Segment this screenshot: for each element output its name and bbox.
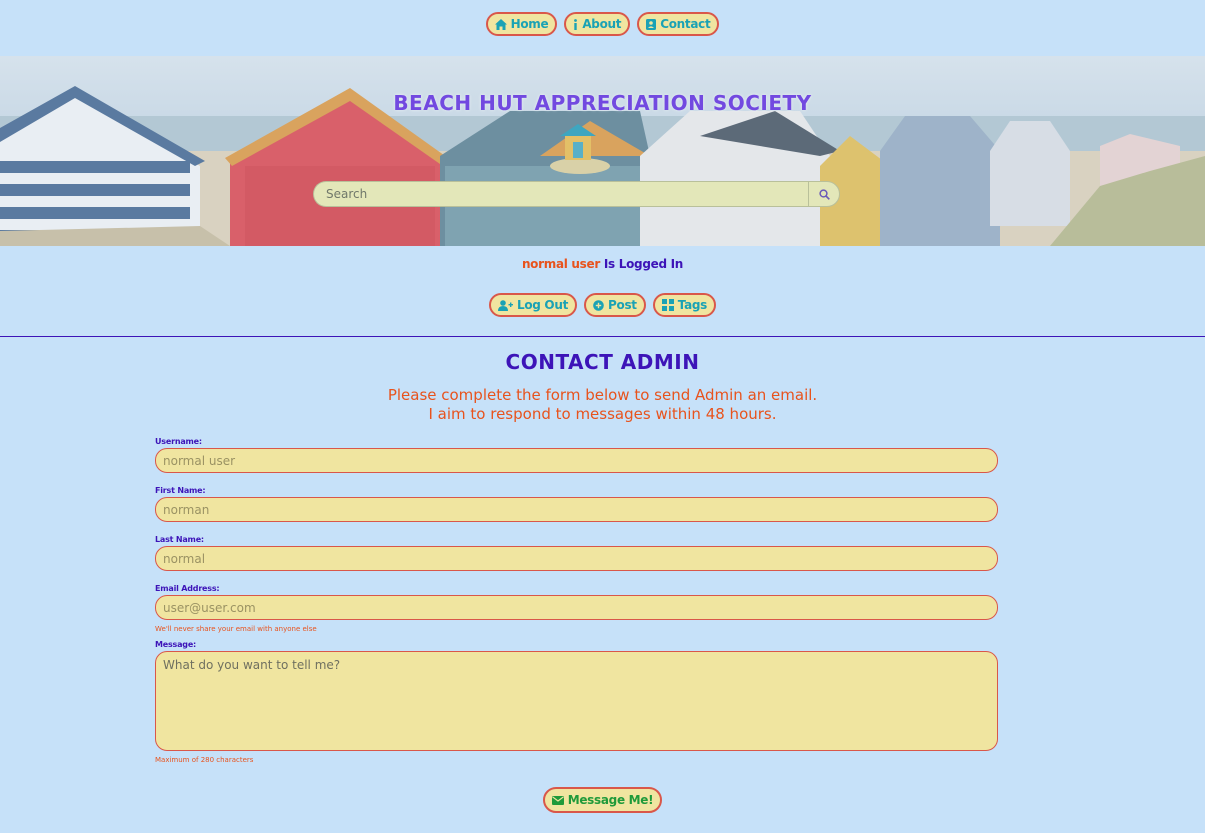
hero-banner: BEACH HUT APPRECIATION SOCIETY [0,56,1205,246]
username-row: Username: [155,436,998,473]
search-input[interactable] [313,181,808,207]
user-nav: Log Out Post Tags [0,293,1205,317]
email-field[interactable] [155,595,998,620]
contact-card-icon [646,18,657,30]
plus-circle-icon [593,299,604,311]
login-status: normal user Is Logged In [0,257,1205,271]
nav-contact-button[interactable]: Contact [637,12,720,36]
nav-about-button[interactable]: About [564,12,631,36]
nav-home-label: Home [510,17,549,31]
last-name-field[interactable] [155,546,998,571]
intro-text: Please complete the form below to send A… [0,386,1205,424]
search-bar [313,181,840,207]
logged-in-username: normal user [521,257,600,271]
top-nav: Home About Contact [0,12,1205,36]
section-divider [0,336,1205,337]
first-name-row: First Name: [155,485,998,522]
username-label: Username: [155,437,202,446]
beach-huts-image [0,86,1205,246]
username-field[interactable] [155,448,998,473]
message-me-button[interactable]: Message Me! [542,787,663,813]
home-icon [494,18,507,30]
tags-icon [661,299,674,311]
search-button[interactable] [808,181,840,207]
nav-about-label: About [582,17,622,31]
intro-line-2: I aim to respond to messages within 48 h… [428,405,777,423]
last-name-label: Last Name: [155,535,204,544]
email-row: Email Address: We'll never share your em… [155,583,998,634]
user-plus-icon [497,299,513,311]
nav-contact-label: Contact [660,17,711,31]
intro-line-1: Please complete the form below to send A… [387,386,818,404]
search-icon [818,188,830,200]
post-button[interactable]: Post [584,293,646,317]
first-name-field[interactable] [155,497,998,522]
logged-in-text: Is Logged In [603,257,684,271]
tags-label: Tags [677,298,708,312]
page-title: CONTACT ADMIN [505,350,700,374]
logout-label: Log Out [516,298,569,312]
last-name-row: Last Name: [155,534,998,571]
envelope-icon [551,795,564,805]
contact-form: Username: First Name: Last Name: Email A… [155,436,998,777]
message-field[interactable] [155,651,998,751]
message-label: Message: [155,640,197,649]
message-help-text: Maximum of 280 characters [155,756,254,764]
message-me-label: Message Me! [567,793,654,807]
logout-button[interactable]: Log Out [488,293,578,317]
email-help-text: We'll never share your email with anyone… [155,625,317,633]
email-label: Email Address: [155,584,220,593]
first-name-label: First Name: [155,486,206,495]
message-row: Message: Maximum of 280 characters [155,639,998,765]
post-label: Post [608,298,637,312]
site-title: BEACH HUT APPRECIATION SOCIETY [393,91,812,116]
submit-row: Message Me! [0,787,1205,813]
nav-home-button[interactable]: Home [485,12,558,36]
info-icon [574,18,578,30]
tags-button[interactable]: Tags [652,293,717,317]
